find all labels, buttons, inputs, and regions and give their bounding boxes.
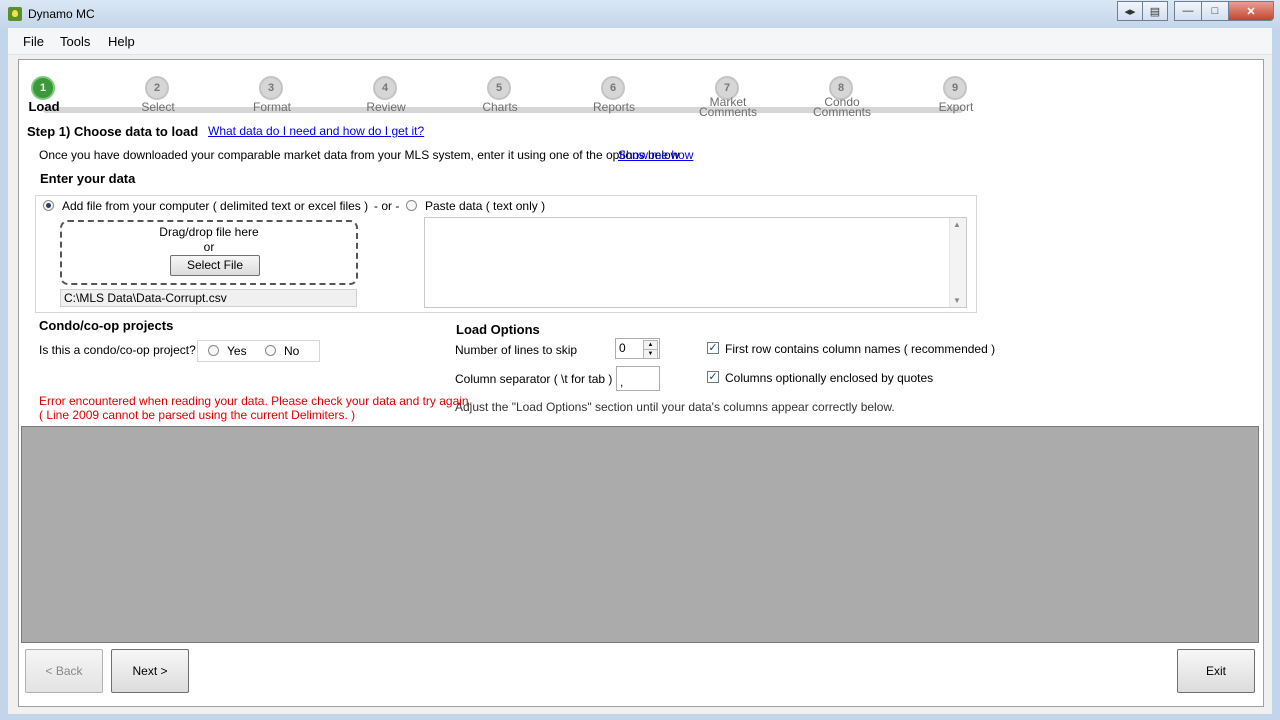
lines-to-skip-label: Number of lines to skip — [455, 343, 578, 357]
help-data-link[interactable]: What data do I need and how do I get it? — [208, 124, 424, 138]
separator-label: Column separator ( \t for tab ) — [455, 372, 613, 386]
next-button[interactable]: Next > — [111, 649, 189, 693]
error-message-line1: Error encountered when reading your data… — [39, 394, 472, 408]
client-area: File Tools Help 1 Load 2 Select 3 Format 4 Revi… — [8, 28, 1272, 714]
close-button[interactable]: ✕ — [1228, 1, 1274, 21]
lines-to-skip-stepper[interactable]: 0 ▲ ▼ — [615, 338, 660, 359]
maximize-button[interactable]: □ — [1201, 1, 1229, 21]
scroll-down-icon[interactable]: ▼ — [953, 296, 961, 305]
menu-bar: File Tools Help — [8, 28, 1272, 55]
quotes-label: Columns optionally enclosed by quotes — [725, 371, 934, 385]
load-options-hint: Adjust the "Load Options" section until … — [455, 400, 895, 414]
file-path-field: C:\MLS Data\Data-Corrupt.csv — [60, 289, 357, 307]
condo-heading: Condo/co-op projects — [39, 318, 174, 333]
menu-tools[interactable]: Tools — [60, 34, 90, 49]
switch-view-icon[interactable]: ◂▸ — [1117, 1, 1143, 21]
scroll-up-icon[interactable]: ▲ — [953, 220, 961, 229]
paste-scrollbar[interactable]: ▲ ▼ — [949, 218, 966, 307]
step-label: Load — [28, 99, 60, 114]
step-label: Format — [252, 100, 291, 114]
back-button[interactable]: < Back — [25, 649, 103, 693]
lines-to-skip-value: 0 — [619, 341, 626, 355]
condo-no-label: No — [284, 344, 300, 358]
paste-data-textarea[interactable]: ▲ ▼ — [424, 217, 967, 308]
or-separator: - or - — [374, 199, 400, 213]
show-me-how-link[interactable]: Show me how — [618, 148, 693, 162]
paste-data-label: Paste data ( text only ) — [425, 199, 546, 213]
menu-help[interactable]: Help — [108, 34, 135, 49]
load-options-heading: Load Options — [456, 322, 540, 337]
condo-question: Is this a condo/co-op project? — [39, 343, 196, 357]
step-label: Export — [938, 100, 974, 114]
quotes-checkbox[interactable]: ✓ — [707, 371, 719, 383]
condo-yes-radio[interactable] — [208, 345, 219, 356]
step-number: 3 — [259, 76, 283, 100]
paste-data-radio[interactable] — [406, 200, 417, 211]
step-number: 6 — [601, 76, 625, 100]
step-label: Review — [366, 100, 406, 114]
step-number: 4 — [373, 76, 397, 100]
step-number: 5 — [487, 76, 511, 100]
drop-or-text: or — [203, 240, 215, 254]
add-file-label: Add file from your computer ( delimited … — [62, 199, 369, 213]
condo-no-radio[interactable] — [265, 345, 276, 356]
menu-file[interactable]: File — [23, 34, 44, 49]
first-row-checkbox[interactable]: ✓ — [707, 342, 719, 354]
stepper-down-icon[interactable]: ▼ — [643, 349, 658, 359]
step-label: Select — [141, 100, 175, 114]
data-preview-grid[interactable] — [21, 426, 1259, 643]
window-title: Dynamo MC — [28, 7, 95, 21]
step-title: Step 1) Choose data to load — [27, 124, 199, 139]
restore-window-icon[interactable]: ▤ — [1142, 1, 1168, 21]
main-panel: 1 Load 2 Select 3 Format 4 Review 5 Charts 6 Report… — [18, 59, 1264, 707]
drop-text: Drag/drop file here — [159, 225, 259, 239]
exit-button[interactable]: Exit — [1177, 649, 1255, 693]
separator-input[interactable]: , — [616, 366, 660, 391]
step-label: Reports — [592, 100, 636, 114]
first-row-label: First row contains column names ( recomm… — [725, 342, 996, 356]
step-number: 1 — [31, 76, 55, 100]
step-label-line2: Comments — [698, 105, 757, 119]
condo-yes-label: Yes — [227, 344, 247, 358]
step-number: 9 — [943, 76, 967, 100]
title-bar: Dynamo MC ◂▸ ▤ — □ ✕ — [0, 0, 1280, 28]
app-logo-icon — [8, 7, 22, 21]
error-message-line2: ( Line 2009 cannot be parsed using the c… — [39, 408, 356, 422]
select-file-button[interactable]: Select File — [170, 255, 260, 276]
intro-text: Once you have downloaded your comparable… — [39, 148, 680, 162]
enter-data-heading: Enter your data — [40, 171, 136, 186]
minimize-button[interactable]: — — [1174, 1, 1202, 21]
app-window: Dynamo MC ◂▸ ▤ — □ ✕ File Tools Help 1 Lo… — [0, 0, 1280, 720]
title-bar-buttons: ◂▸ ▤ — □ ✕ — [1117, 1, 1274, 21]
step-label: Charts — [482, 100, 518, 114]
step-label-line2: Comments — [812, 105, 871, 119]
add-file-radio[interactable] — [43, 200, 54, 211]
step-number: 2 — [145, 76, 169, 100]
